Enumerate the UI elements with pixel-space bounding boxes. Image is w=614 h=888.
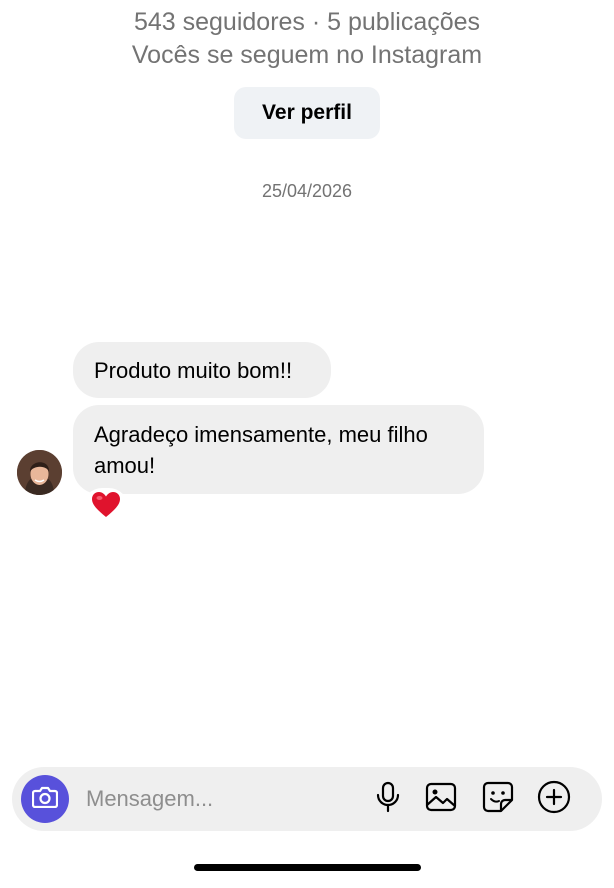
microphone-icon <box>375 781 401 818</box>
gallery-button[interactable] <box>423 781 459 817</box>
sticker-icon <box>482 781 514 818</box>
view-profile-button[interactable]: Ver perfil <box>234 87 380 139</box>
message-composer <box>12 767 602 831</box>
message-date: 25/04/2026 <box>261 181 353 201</box>
message-bubble[interactable]: Produto muito bom!! <box>73 342 331 398</box>
heart-icon <box>91 491 121 524</box>
heart-reaction[interactable] <box>83 488 128 526</box>
message-text: Agradeço imensamente, meu filho amou! <box>94 422 428 478</box>
add-icon <box>537 780 571 819</box>
add-button[interactable] <box>536 780 572 819</box>
gallery-icon <box>425 782 457 817</box>
camera-button[interactable] <box>21 775 69 823</box>
microphone-button[interactable] <box>370 781 406 817</box>
profile-stats: 543 seguidores · 5 publicações <box>133 8 481 36</box>
message-text: Produto muito bom!! <box>94 358 293 383</box>
home-indicator <box>194 864 421 871</box>
mutual-follow-text: Vocês se seguem no Instagram <box>131 41 483 69</box>
camera-icon <box>31 786 59 813</box>
message-input[interactable] <box>86 767 356 831</box>
message-bubble[interactable]: Agradeço imensamente, meu filho amou! <box>73 405 484 494</box>
avatar[interactable] <box>17 450 62 495</box>
sticker-button[interactable] <box>480 781 516 817</box>
avatar-image <box>17 450 62 495</box>
